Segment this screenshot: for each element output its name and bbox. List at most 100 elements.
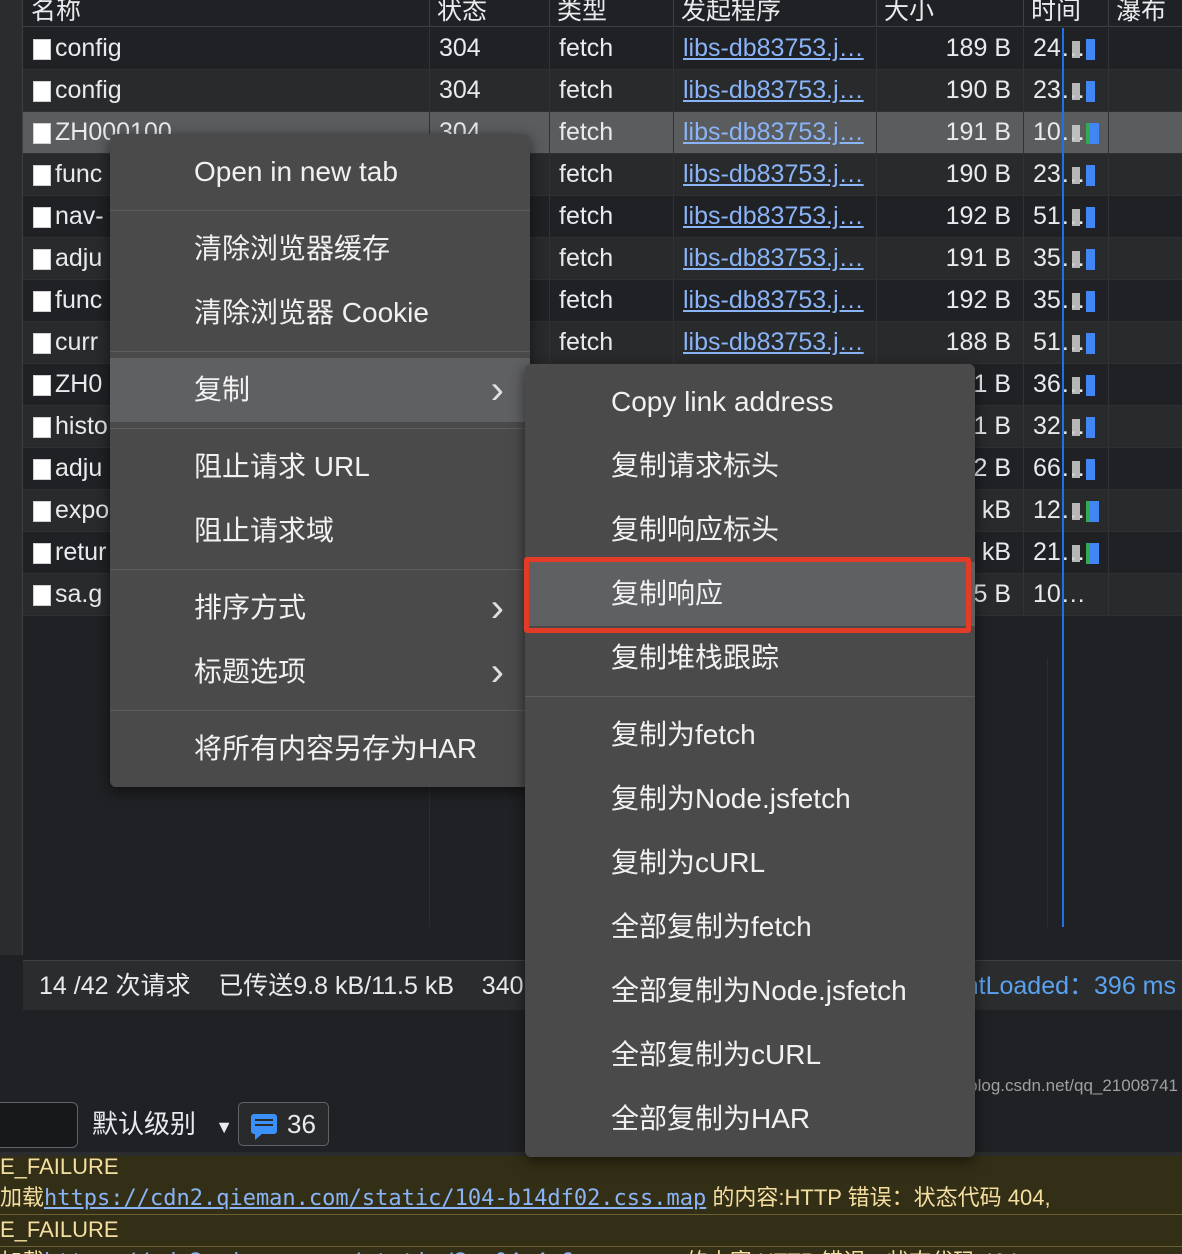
menu-item[interactable]: 排序方式› <box>110 576 530 640</box>
cell-divider <box>876 322 877 364</box>
menu-item[interactable]: 阻止请求域 <box>110 499 530 563</box>
column-header-size[interactable]: 大小 <box>876 0 1023 27</box>
initiator-link[interactable]: libs-db83753.j… <box>683 244 864 272</box>
cell-divider <box>549 112 550 154</box>
column-header-name[interactable]: 名称 <box>23 0 429 27</box>
waterfall-bar <box>1052 238 1182 280</box>
initiator-link[interactable]: libs-db83753.j… <box>683 328 864 356</box>
menu-item[interactable]: Copy link address <box>525 370 975 434</box>
column-divider[interactable] <box>549 0 550 27</box>
log-text: E_FAILURE <box>0 1217 119 1242</box>
console-filter-input[interactable] <box>0 1102 78 1148</box>
cell-type: fetch <box>549 154 673 195</box>
column-divider[interactable] <box>429 0 430 27</box>
cell-size: 191 B <box>876 112 1023 153</box>
menu-item[interactable]: 复制响应标头 <box>525 498 975 562</box>
menu-item[interactable]: 复制请求标头 <box>525 434 975 498</box>
cell-divider <box>1023 70 1024 112</box>
column-divider[interactable] <box>1023 0 1024 27</box>
console-log-line: 加载https://cdn2.qieman.com/static/2-c04c4… <box>0 1247 1182 1254</box>
chevron-right-icon: › <box>491 640 504 704</box>
cell-initiator[interactable]: libs-db83753.j… <box>673 28 876 69</box>
cell-initiator[interactable]: libs-db83753.j… <box>673 154 876 195</box>
menu-item[interactable]: 标题选项 › <box>110 640 530 704</box>
log-link[interactable]: https://cdn2.qieman.com/static/104-b14df… <box>44 1186 706 1211</box>
column-divider[interactable] <box>876 0 877 27</box>
cell-divider <box>673 280 674 322</box>
log-text-suffix: 的内容:HTTP 错误：状态代码 404, <box>680 1249 1024 1254</box>
column-header-time[interactable]: 时间 <box>1023 0 1108 27</box>
cell-divider <box>876 112 877 154</box>
waterfall-response-segment <box>1090 123 1099 144</box>
initiator-link[interactable]: libs-db83753.j… <box>683 202 864 230</box>
initiator-link[interactable]: libs-db83753.j… <box>683 34 864 62</box>
menu-item[interactable]: 全部复制为fetch <box>525 895 975 959</box>
waterfall-bar <box>1052 112 1182 154</box>
column-divider[interactable] <box>1108 0 1109 27</box>
cell-initiator[interactable]: libs-db83753.j… <box>673 112 876 153</box>
cell-divider <box>1023 448 1024 490</box>
cell-initiator[interactable]: libs-db83753.j… <box>673 238 876 279</box>
network-scroll-gutter[interactable] <box>0 0 23 955</box>
waterfall-wait-segment <box>1072 293 1080 310</box>
cell-initiator[interactable]: libs-db83753.j… <box>673 196 876 237</box>
cell-initiator[interactable]: libs-db83753.j… <box>673 280 876 321</box>
initiator-link[interactable]: libs-db83753.j… <box>683 286 864 314</box>
initiator-link[interactable]: libs-db83753.j… <box>683 160 864 188</box>
cell-divider <box>1023 154 1024 196</box>
cell-divider <box>1023 574 1024 616</box>
cell-divider <box>1108 574 1109 616</box>
menu-item-label: 标题选项 <box>194 656 306 687</box>
column-header-initiator[interactable]: 发起程序 <box>673 0 876 27</box>
waterfall-wait-segment <box>1072 209 1080 226</box>
dom-content-loaded: ntLoaded：396 ms <box>965 961 1176 1011</box>
menu-item[interactable]: Open in new tab <box>110 140 530 204</box>
menu-item-label: 复制为cURL <box>611 847 765 878</box>
menu-item-label: 阻止请求 URL <box>194 451 370 482</box>
cell-initiator[interactable]: libs-db83753.j… <box>673 70 876 111</box>
table-row[interactable]: config304fetchlibs-db83753.j…189 B24… <box>23 28 1182 70</box>
network-context-menu[interactable]: Open in new tab清除浏览器缓存清除浏览器 Cookie复制›阻止请… <box>110 134 530 787</box>
console-log-line: E_FAILURE <box>0 1215 1182 1246</box>
console-level-select[interactable]: 默认级别 ▼ <box>92 1104 233 1144</box>
menu-item-label: 复制请求标头 <box>611 450 779 481</box>
column-header-type[interactable]: 类型 <box>549 0 673 27</box>
table-row[interactable]: config304fetchlibs-db83753.j…190 B23… <box>23 70 1182 112</box>
column-header-waterfall[interactable]: 瀑布 <box>1108 0 1182 27</box>
menu-item[interactable]: 复制为Node.jsfetch <box>525 767 975 831</box>
menu-item-label: 复制 <box>194 374 250 405</box>
menu-item[interactable]: 清除浏览器缓存 <box>110 217 530 281</box>
menu-item[interactable]: 全部复制为Node.jsfetch <box>525 959 975 1023</box>
menu-item[interactable]: 将所有内容另存为HAR <box>110 717 530 781</box>
column-divider[interactable] <box>673 0 674 27</box>
initiator-link[interactable]: libs-db83753.j… <box>683 76 864 104</box>
menu-item[interactable]: 复制为fetch <box>525 703 975 767</box>
menu-item[interactable]: 复制响应 <box>525 562 975 626</box>
menu-item[interactable]: 清除浏览器 Cookie <box>110 281 530 345</box>
menu-item[interactable]: 阻止请求 URL <box>110 435 530 499</box>
cell-type: fetch <box>549 322 673 363</box>
waterfall-response-segment <box>1086 375 1095 396</box>
cell-initiator[interactable]: libs-db83753.j… <box>673 322 876 363</box>
cell-divider <box>673 196 674 238</box>
cell-type: fetch <box>549 28 673 69</box>
log-link[interactable]: https://cdn2.qieman.com/static/2-c04c4c6… <box>44 1250 680 1254</box>
menu-item[interactable]: 全部复制为cURL <box>525 1023 975 1087</box>
column-header-status[interactable]: 状态 <box>429 0 549 27</box>
waterfall-wait-segment <box>1072 377 1080 394</box>
waterfall-bar <box>1052 196 1182 238</box>
cell-divider <box>429 28 430 70</box>
menu-item[interactable]: 全部复制为HAR <box>525 1087 975 1151</box>
console-message-badge[interactable]: 36 <box>238 1102 329 1146</box>
console-log-output: E_FAILURE 加载https://cdn2.qieman.com/stati… <box>0 1152 1182 1254</box>
menu-item[interactable]: 复制为cURL <box>525 831 975 895</box>
waterfall-wait-segment <box>1072 167 1080 184</box>
waterfall-wait-segment <box>1072 125 1080 142</box>
menu-item[interactable]: 复制› <box>110 358 530 422</box>
initiator-link[interactable]: libs-db83753.j… <box>683 118 864 146</box>
waterfall-wait-segment <box>1072 461 1080 478</box>
copy-submenu[interactable]: Copy link address复制请求标头复制响应标头复制响应复制堆栈跟踪复… <box>525 364 975 1157</box>
menu-item[interactable]: 复制堆栈跟踪 <box>525 626 975 690</box>
transferred-size: 已传送9.8 kB/11.5 kB <box>218 972 454 1000</box>
request-count: 14 /42 次请求 <box>39 972 190 1000</box>
